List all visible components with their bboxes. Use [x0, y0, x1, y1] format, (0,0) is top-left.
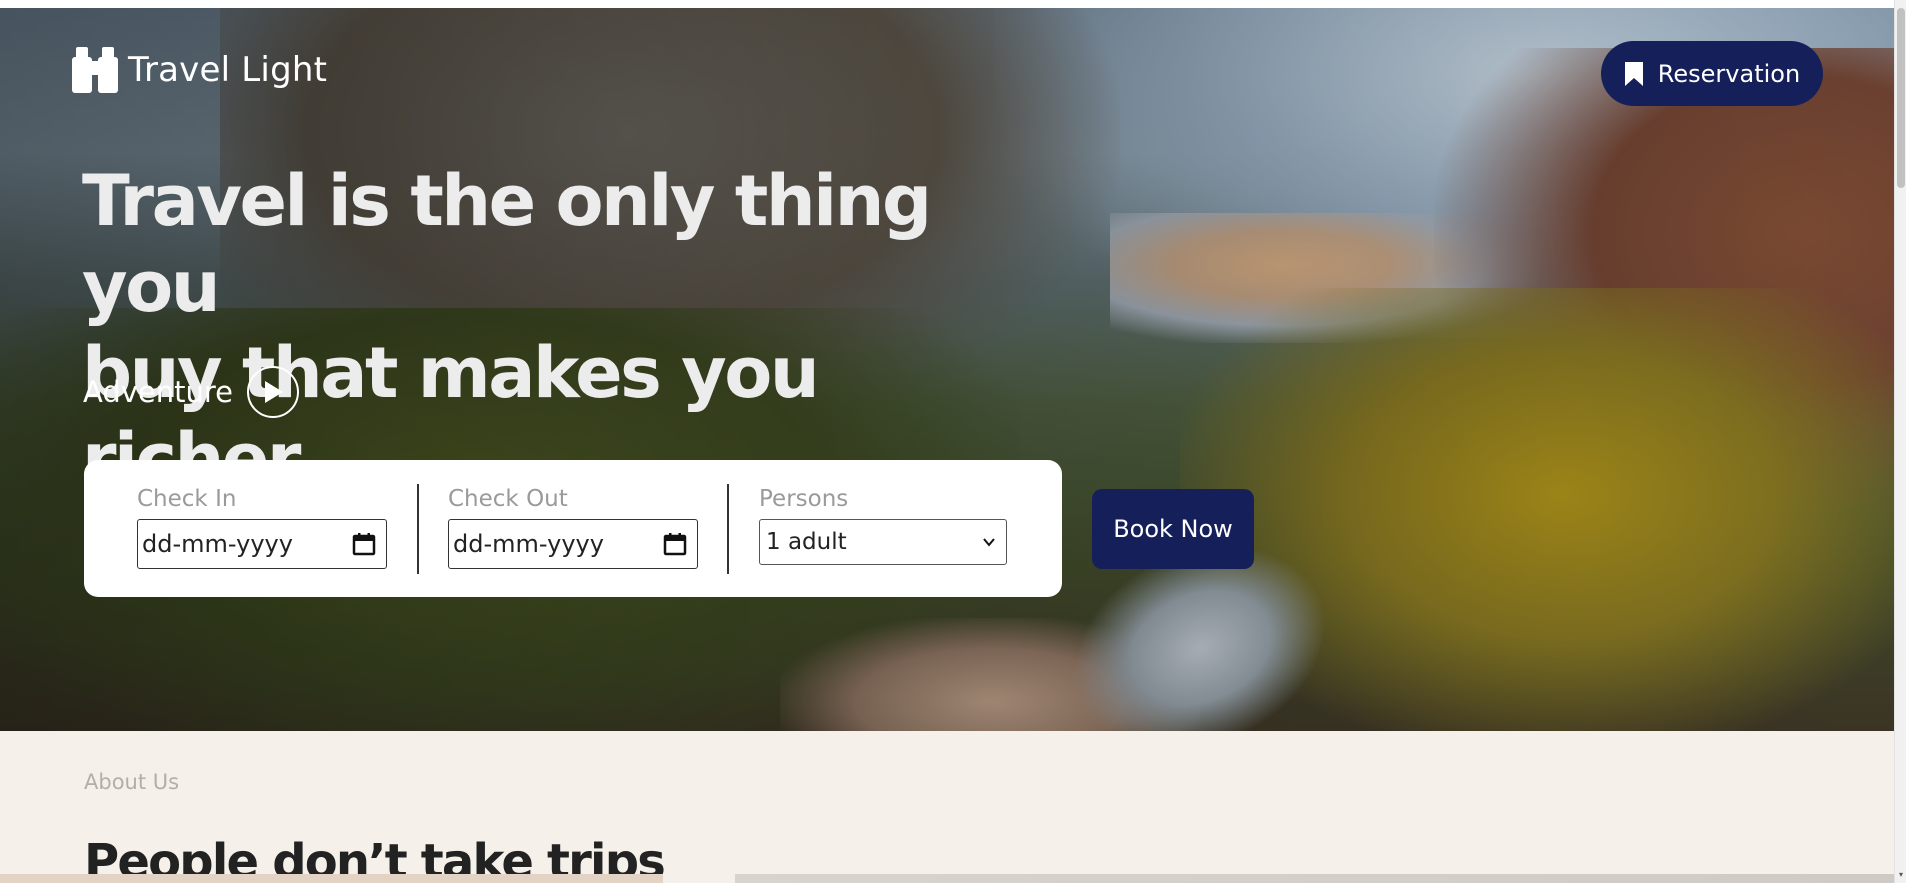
play-icon	[265, 381, 283, 403]
hero-section: Travel Light Reservation Travel is the o…	[0, 8, 1894, 731]
about-section: About Us People don’t take trips	[0, 731, 1894, 883]
binoculars-icon	[72, 47, 118, 93]
scroll-thumb[interactable]	[1897, 8, 1905, 188]
adventure-label: Adventure	[83, 375, 233, 409]
booking-form: Check In dd-mm-yyyy Check Out dd-mm-yyyy	[84, 460, 1062, 597]
field-divider	[417, 484, 419, 574]
book-now-button[interactable]: Book Now	[1092, 489, 1254, 569]
check-out-field: Check Out dd-mm-yyyy	[448, 486, 698, 569]
persons-label: Persons	[759, 486, 849, 512]
headline-line-1: Travel is the only thing you	[82, 160, 932, 328]
check-in-label: Check In	[137, 486, 237, 512]
scroll-down-arrow-icon[interactable]: ▾	[1897, 871, 1905, 879]
calendar-icon[interactable]	[352, 532, 376, 556]
logo-text: Travel Light	[128, 50, 328, 90]
calendar-icon[interactable]	[663, 532, 687, 556]
logo[interactable]: Travel Light	[70, 44, 327, 96]
reservation-label: Reservation	[1657, 59, 1801, 88]
check-out-input[interactable]: dd-mm-yyyy	[448, 519, 698, 569]
check-in-value: dd-mm-yyyy	[142, 530, 293, 558]
reservation-button[interactable]: Reservation	[1601, 41, 1823, 106]
check-out-label: Check Out	[448, 486, 568, 512]
hero-headline: Travel is the only thing you buy that ma…	[82, 158, 982, 502]
adventure-link: Adventure	[83, 366, 299, 418]
persons-value: 1 adult	[766, 529, 847, 555]
check-out-value: dd-mm-yyyy	[453, 530, 604, 558]
check-in-field: Check In dd-mm-yyyy	[137, 486, 387, 569]
about-label: About Us	[84, 770, 180, 794]
persons-select[interactable]: 1 adult	[759, 519, 1007, 565]
bookmark-icon	[1624, 61, 1643, 86]
check-in-input[interactable]: dd-mm-yyyy	[137, 519, 387, 569]
persons-field: Persons 1 adult	[759, 486, 1007, 565]
field-divider	[727, 484, 729, 574]
page-scrollbar[interactable]: ▾	[1894, 0, 1906, 883]
play-button[interactable]	[247, 366, 299, 418]
about-images	[0, 874, 1894, 883]
chevron-down-icon	[983, 538, 995, 547]
